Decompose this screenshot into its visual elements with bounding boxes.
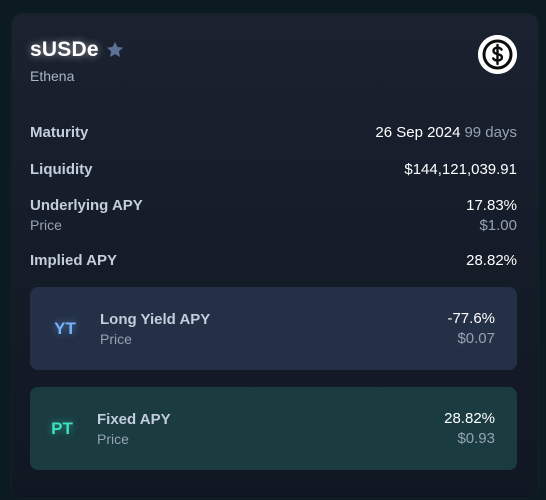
underlying-apy-label: Underlying APY xyxy=(30,197,143,214)
underlying-price-label: Price xyxy=(30,217,62,233)
implied-apy-row: Implied APY 28.82% xyxy=(30,252,517,269)
underlying-apy-row: Underlying APY Price 17.83% $1.00 xyxy=(30,197,517,234)
market-card: sUSDe Ethena Maturity 26 Sep 2024 99 days… xyxy=(12,14,538,498)
pt-badge: PT xyxy=(51,418,73,438)
pt-price-label: Price xyxy=(97,430,129,447)
liquidity-value: $144,121,039.91 xyxy=(404,161,517,178)
yt-panel[interactable]: YT Long Yield APY Price -77.6% $0.07 xyxy=(30,287,517,370)
dollar-coin-icon xyxy=(478,35,517,74)
yt-apy-label: Long Yield APY xyxy=(100,310,211,328)
pt-apy-value: 28.82% xyxy=(444,410,495,427)
maturity-row: Maturity 26 Sep 2024 99 days xyxy=(30,124,517,141)
token-name: sUSDe xyxy=(30,38,99,61)
pt-panel[interactable]: PT Fixed APY Price 28.82% $0.93 xyxy=(30,387,517,470)
star-icon[interactable] xyxy=(105,40,125,60)
implied-apy-value: 28.82% xyxy=(466,252,517,269)
pt-price-value: $0.93 xyxy=(457,430,495,447)
yt-price-label: Price xyxy=(100,330,132,347)
maturity-value: 26 Sep 2024 99 days xyxy=(375,124,517,141)
underlying-price-value: $1.00 xyxy=(479,217,517,234)
yt-price-value: $0.07 xyxy=(457,330,495,347)
title-row: sUSDe xyxy=(30,38,125,62)
yt-apy-value: -77.6% xyxy=(447,310,495,327)
pt-apy-label: Fixed APY xyxy=(97,410,171,428)
token-issuer: Ethena xyxy=(30,68,75,84)
maturity-date: 26 Sep 2024 xyxy=(375,124,461,141)
maturity-days: 99 days xyxy=(464,124,517,141)
liquidity-row: Liquidity $144,121,039.91 xyxy=(30,161,517,178)
underlying-apy-value: 17.83% xyxy=(466,197,517,214)
liquidity-label: Liquidity xyxy=(30,161,93,178)
yt-badge: YT xyxy=(54,318,76,338)
maturity-label: Maturity xyxy=(30,124,89,141)
card-header: sUSDe Ethena xyxy=(30,38,125,84)
implied-apy-label: Implied APY xyxy=(30,252,117,269)
